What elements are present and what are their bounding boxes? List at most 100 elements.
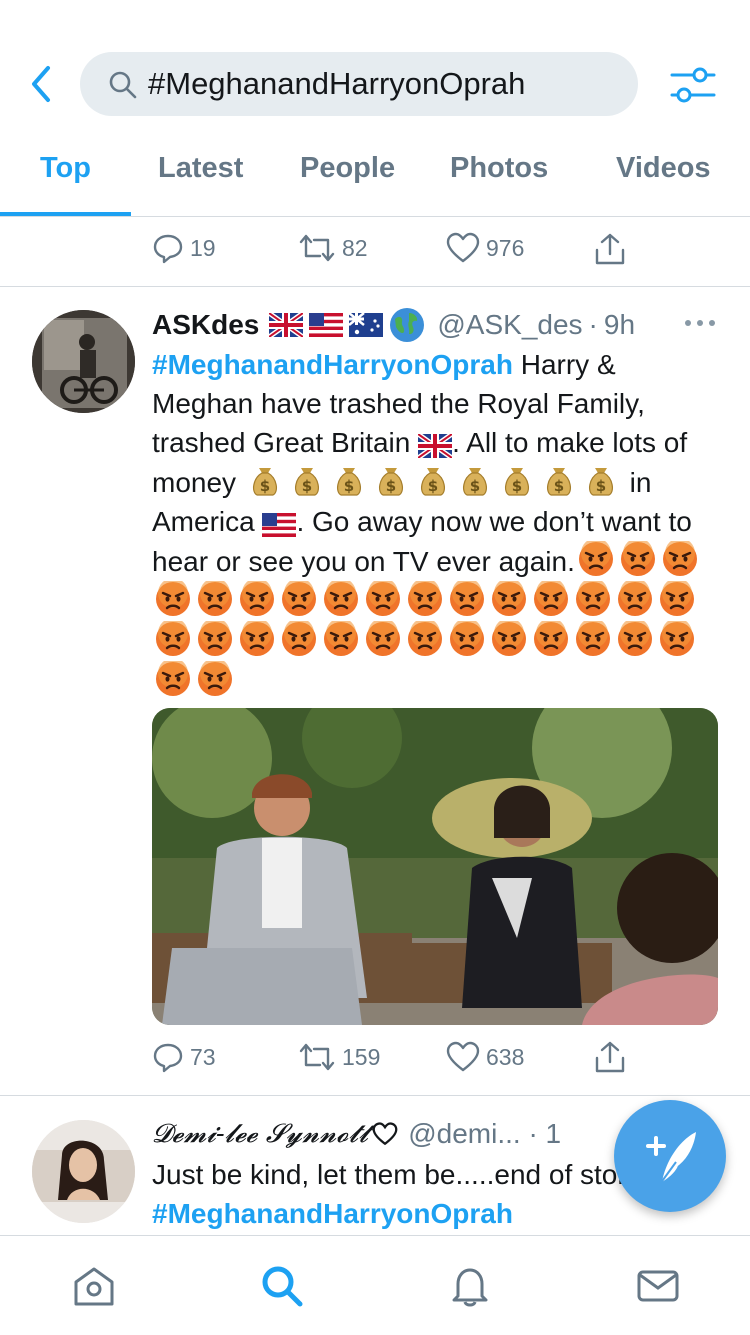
retweet-button[interactable]: 159 <box>298 1041 380 1073</box>
australia-flag-icon <box>349 313 384 337</box>
money-bag-emoji-icon: $ <box>378 468 403 496</box>
like-count: 976 <box>486 234 525 261</box>
heart-icon <box>446 1041 480 1072</box>
angry-face-emoji-icon <box>578 541 613 576</box>
tab-videos[interactable]: Videos <box>616 152 711 185</box>
angry-face-emoji-icon <box>198 661 232 696</box>
filter-settings-icon[interactable] <box>668 64 718 106</box>
home-icon[interactable] <box>72 1264 116 1308</box>
search-icon <box>109 71 137 99</box>
angry-face-emoji-icon <box>492 581 526 616</box>
user-handle[interactable]: @ASK_des <box>437 309 582 341</box>
svg-text:$: $ <box>386 477 396 495</box>
like-count: 638 <box>486 1043 525 1070</box>
retweet-button[interactable]: 82 <box>298 232 368 264</box>
reply-button[interactable]: 73 <box>152 1041 216 1073</box>
angry-face-emoji-icon <box>660 581 694 616</box>
money-bag-emoji-icon: $ <box>294 468 319 496</box>
avatar-photo <box>32 1120 135 1223</box>
tweet-text-part-1: Just be kind, let them be.....end of sto… <box>152 1159 641 1190</box>
reply-count: 73 <box>190 1043 216 1070</box>
compose-tweet-button[interactable] <box>614 1100 726 1212</box>
angry-face-emoji-icon <box>198 621 232 656</box>
angry-face-emoji-icon <box>282 621 316 656</box>
angry-face-emoji-icon <box>408 621 442 656</box>
svg-text:$: $ <box>596 477 606 495</box>
angry-face-emoji-icon <box>618 581 652 616</box>
money-bag-emoji-icon: $ <box>252 468 277 496</box>
angry-face-emoji-icon <box>534 621 568 656</box>
like-button[interactable]: 976 <box>446 232 524 264</box>
svg-text:$: $ <box>554 477 564 495</box>
money-bag-emoji-icon: $ <box>504 468 529 496</box>
tab-people[interactable]: People <box>300 152 395 185</box>
angry-face-emoji-icon <box>240 581 274 616</box>
heart-icon <box>446 232 480 263</box>
tabs-divider <box>0 216 750 217</box>
hashtag-link[interactable]: #MeghanandHarryonOprah <box>152 1198 513 1229</box>
angry-face-emoji-icon <box>156 661 190 696</box>
avatar[interactable] <box>32 310 135 413</box>
bottom-navigation <box>0 1235 750 1335</box>
angry-face-emoji-icon <box>450 621 484 656</box>
angry-face-emoji-icon <box>366 581 400 616</box>
angry-face-emoji-icon <box>534 581 568 616</box>
hashtag-link[interactable]: #MeghanandHarryonOprah <box>152 349 513 380</box>
angry-face-emoji-icon <box>366 621 400 656</box>
retweet-count: 82 <box>342 234 368 261</box>
search-query[interactable]: #MeghanandHarryonOprah <box>148 66 525 102</box>
notifications-icon[interactable] <box>448 1264 492 1308</box>
money-bag-emojis: $ $ $ $ $ $ $ $ $ <box>244 467 622 498</box>
tweet-header: 𝓓𝓮𝓶𝓲-𝓵𝓮𝓮 𝓢𝔂𝓷𝓷𝓸𝓽𝓽 @demi... · 1 <box>152 1118 561 1150</box>
tab-top[interactable]: Top <box>40 152 91 185</box>
angry-face-emoji-icon <box>576 621 610 656</box>
retweet-icon <box>299 234 335 262</box>
search-bar[interactable]: #MeghanandHarryonOprah <box>80 52 638 116</box>
reply-count: 19 <box>190 234 216 261</box>
user-handle[interactable]: @demi... · 1 <box>408 1118 561 1150</box>
svg-text:$: $ <box>302 477 312 495</box>
share-icon[interactable] <box>594 1040 626 1074</box>
svg-text:$: $ <box>344 477 354 495</box>
angry-face-emoji-icon <box>408 581 442 616</box>
messages-icon[interactable] <box>636 1264 680 1308</box>
svg-text:$: $ <box>470 477 480 495</box>
money-bag-emoji-icon: $ <box>462 468 487 496</box>
money-bag-emoji-icon: $ <box>336 468 361 496</box>
back-arrow-icon[interactable] <box>22 62 62 106</box>
globe-icon <box>390 308 425 342</box>
like-button[interactable]: 638 <box>446 1041 524 1073</box>
uk-flag-icon <box>269 313 304 337</box>
heart-outline-icon <box>372 1122 398 1146</box>
reply-button[interactable]: 19 <box>152 232 216 264</box>
user-display-name[interactable]: 𝓓𝓮𝓶𝓲-𝓵𝓮𝓮 𝓢𝔂𝓷𝓷𝓸𝓽𝓽 <box>152 1119 368 1150</box>
angry-face-emoji-icon <box>576 581 610 616</box>
money-bag-emoji-icon: $ <box>546 468 571 496</box>
interview-photo <box>152 708 718 1025</box>
angry-face-emoji-icon <box>282 581 316 616</box>
tab-photos[interactable]: Photos <box>450 152 548 185</box>
compose-tweet-icon <box>646 1132 696 1185</box>
time-separator: · <box>588 309 598 340</box>
tweet-text: #MeghanandHarryonOprah Harry & Meghan ha… <box>152 345 722 701</box>
reply-icon <box>153 1043 183 1073</box>
user-display-name[interactable]: ASKdes <box>152 309 259 341</box>
more-options-icon[interactable] <box>684 318 716 328</box>
tab-latest[interactable]: Latest <box>158 152 243 185</box>
tweet-photo[interactable] <box>152 708 718 1025</box>
retweet-icon <box>299 1043 335 1071</box>
money-bag-emoji-icon: $ <box>588 468 613 496</box>
angry-face-emoji-icon <box>324 621 358 656</box>
svg-text:$: $ <box>260 477 270 495</box>
angry-face-emoji-icon <box>618 621 652 656</box>
angry-face-emoji-icon <box>156 581 190 616</box>
search-icon[interactable] <box>260 1264 304 1308</box>
angry-face-emoji-icon <box>450 581 484 616</box>
angry-face-emoji-icon <box>662 541 697 576</box>
us-flag-icon <box>309 313 344 337</box>
money-bag-emoji-icon: $ <box>420 468 445 496</box>
uk-flag-emoji-icon <box>418 434 453 458</box>
avatar[interactable] <box>32 1120 135 1223</box>
svg-text:$: $ <box>512 477 522 495</box>
share-icon[interactable] <box>594 232 626 266</box>
